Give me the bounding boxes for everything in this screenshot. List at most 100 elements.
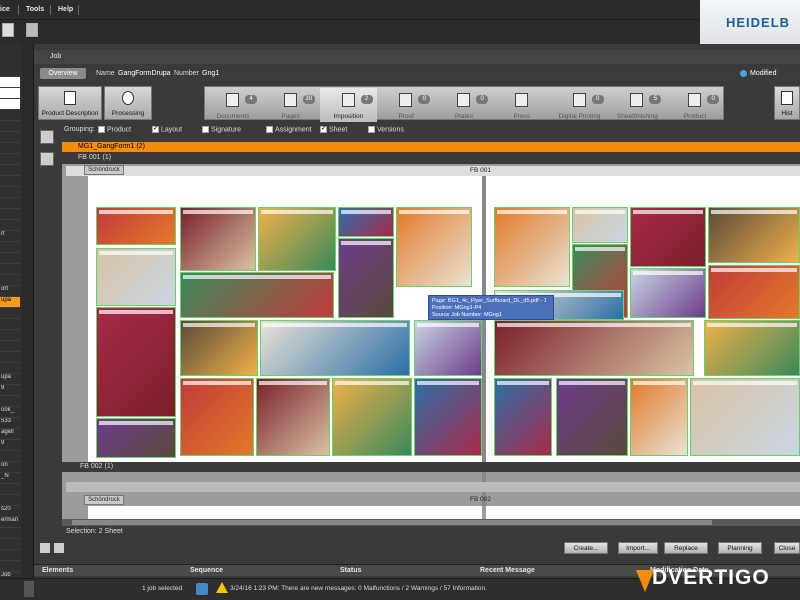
- job-list-item[interactable]: [0, 341, 20, 352]
- signature-checkbox[interactable]: [202, 126, 209, 133]
- imposed-page[interactable]: [180, 320, 258, 376]
- job-list-item[interactable]: [0, 220, 20, 231]
- workflow-step-digital-printing[interactable]: 0 Digital Printing: [551, 88, 609, 122]
- job-list-item[interactable]: 533: [0, 418, 20, 429]
- job-list-item[interactable]: [0, 143, 20, 154]
- column-sequence[interactable]: Sequence: [190, 567, 223, 574]
- job-list-item[interactable]: [0, 242, 20, 253]
- job-list-item[interactable]: [0, 176, 20, 187]
- imposed-page[interactable]: [96, 418, 176, 458]
- job-list-item[interactable]: [0, 528, 20, 539]
- job-list-item[interactable]: [0, 154, 20, 165]
- column-status[interactable]: Status: [340, 567, 361, 574]
- workflow-step-product[interactable]: 0 Product: [666, 88, 724, 122]
- processing-button[interactable]: Processing: [104, 86, 152, 120]
- job-list-item[interactable]: [0, 253, 20, 264]
- imposed-page[interactable]: [96, 207, 176, 245]
- sheet-checkbox[interactable]: [320, 124, 327, 133]
- planning-button[interactable]: Planning: [718, 542, 762, 554]
- job-list-item[interactable]: on: [0, 462, 20, 473]
- expand-icon[interactable]: [24, 581, 34, 597]
- imposed-page[interactable]: [494, 378, 552, 456]
- job-list-item[interactable]: 9: [0, 385, 20, 396]
- document-icon[interactable]: [2, 23, 14, 37]
- imposed-page[interactable]: [708, 265, 800, 319]
- job-list-item[interactable]: s20: [0, 506, 20, 517]
- job-list-item[interactable]: [0, 451, 20, 462]
- messages-icon[interactable]: [196, 583, 208, 595]
- history-button[interactable]: Hist: [774, 86, 800, 120]
- imposed-page[interactable]: [258, 207, 336, 271]
- product-description-button[interactable]: Product Description: [38, 86, 102, 120]
- imposed-page[interactable]: [96, 307, 176, 417]
- job-list-item[interactable]: upa: [0, 297, 20, 308]
- import-button[interactable]: Import...: [618, 542, 658, 554]
- job-list-item[interactable]: [0, 550, 20, 561]
- workflow-step-imposition[interactable]: 2 Imposition: [319, 88, 378, 122]
- replace-button[interactable]: Replace: [664, 542, 708, 554]
- job-list-item[interactable]: [0, 165, 20, 176]
- imposed-page[interactable]: [494, 320, 694, 376]
- job-list-item[interactable]: [0, 352, 20, 363]
- job-list-item[interactable]: [0, 319, 20, 330]
- imposed-page[interactable]: [256, 378, 330, 456]
- job-list-item[interactable]: [0, 132, 20, 143]
- tab-overview[interactable]: Overview: [40, 68, 86, 79]
- imposed-page[interactable]: [556, 378, 628, 456]
- product-checkbox[interactable]: [98, 126, 105, 133]
- job-list-item[interactable]: agell: [0, 429, 20, 440]
- grid-view-icon[interactable]: [40, 152, 54, 166]
- imposed-page[interactable]: [494, 207, 570, 287]
- imposed-page[interactable]: [630, 268, 706, 318]
- column-elements[interactable]: Elements: [42, 567, 73, 574]
- sheet-view-icon[interactable]: [40, 130, 54, 144]
- job-list-item[interactable]: [0, 66, 20, 77]
- workflow-step-documents[interactable]: 4 Documents: [204, 88, 262, 122]
- grouping-assignment[interactable]: Assignment: [266, 126, 312, 133]
- tree-row-gangform[interactable]: MG1_GangForm1 (2): [62, 142, 800, 152]
- workflow-step-press[interactable]: Press: [493, 88, 551, 122]
- imposed-page[interactable]: [338, 238, 394, 318]
- imposed-page[interactable]: [414, 320, 482, 376]
- imposed-page[interactable]: [180, 378, 254, 456]
- workflow-step-proof[interactable]: 0 Proof: [377, 88, 435, 122]
- imposed-page[interactable]: [96, 248, 176, 306]
- job-list-item[interactable]: [0, 187, 20, 198]
- job-list-item[interactable]: erman: [0, 517, 20, 528]
- sheet-side-tab[interactable]: Schöndruck: [84, 165, 124, 175]
- job-list-item[interactable]: _N: [0, 473, 20, 484]
- print-icon[interactable]: [26, 23, 38, 37]
- job-list-item[interactable]: ort: [0, 286, 20, 297]
- scroll-thumb[interactable]: [72, 520, 712, 525]
- job-list-item[interactable]: [0, 209, 20, 220]
- job-list-item[interactable]: rt: [0, 231, 20, 242]
- imposed-page[interactable]: [414, 378, 482, 456]
- job-list-item[interactable]: [0, 363, 20, 374]
- job-list-item[interactable]: [0, 88, 20, 99]
- imposed-page[interactable]: [338, 207, 394, 237]
- grouping-layout[interactable]: Layout: [152, 124, 182, 133]
- job-list-item[interactable]: [0, 539, 20, 550]
- image-view-icon[interactable]: [54, 543, 64, 553]
- imposed-page[interactable]: [332, 378, 412, 456]
- workflow-step-plates[interactable]: 0 Plates: [435, 88, 493, 122]
- menu-tools[interactable]: Tools: [26, 6, 44, 13]
- imposed-page[interactable]: [180, 207, 256, 271]
- grouping-product[interactable]: Product: [98, 126, 131, 133]
- job-list-item[interactable]: [0, 330, 20, 341]
- layout-checkbox[interactable]: [152, 124, 159, 133]
- job-list-item[interactable]: upa: [0, 374, 20, 385]
- imposed-page[interactable]: [704, 320, 800, 376]
- workflow-step-sheetfinishing[interactable]: 5 Sheetfinishing: [608, 88, 666, 122]
- job-list-item[interactable]: [0, 396, 20, 407]
- job-list-item[interactable]: ook_: [0, 407, 20, 418]
- sheet-side-tab[interactable]: Schöndruck: [84, 495, 124, 505]
- job-list-item[interactable]: [0, 121, 20, 132]
- tree-row-fb001[interactable]: FB 001 (1): [62, 153, 800, 163]
- imposed-page[interactable]: [630, 207, 706, 267]
- job-list-item[interactable]: [0, 77, 20, 88]
- menu-office[interactable]: ice: [0, 6, 10, 13]
- grouping-sheet[interactable]: Sheet: [320, 124, 347, 133]
- assignment-checkbox[interactable]: [266, 126, 273, 133]
- imposed-page[interactable]: [630, 378, 688, 456]
